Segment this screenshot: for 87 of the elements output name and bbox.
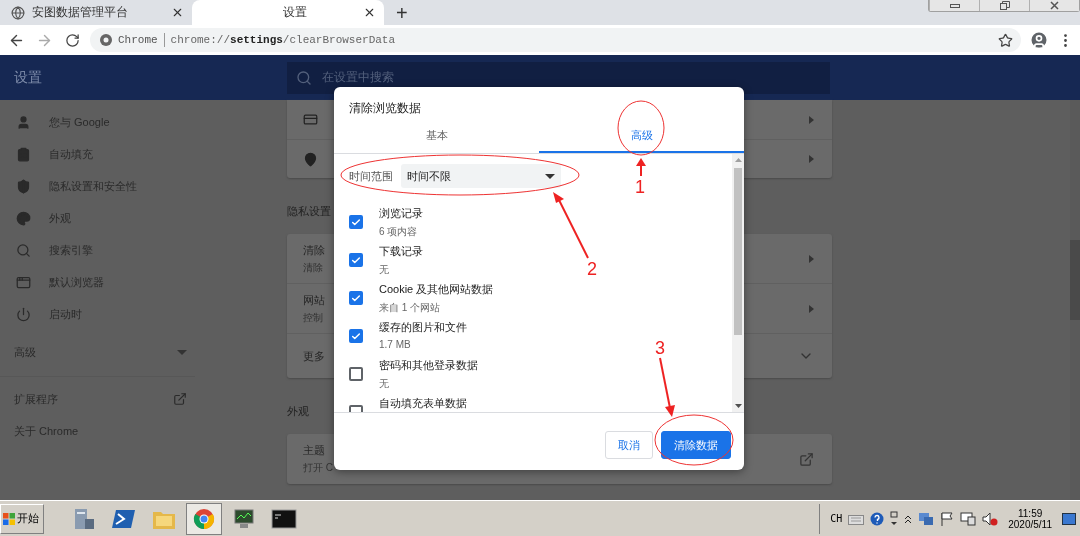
chrome-icon <box>100 34 112 46</box>
tab-title: 安图数据管理平台 <box>32 4 129 21</box>
annotation-number: 3 <box>655 338 665 358</box>
option-subtitle: 无 <box>379 377 390 391</box>
option-title: Cookie 及其他网站数据 <box>379 282 494 297</box>
checkbox[interactable] <box>349 253 363 267</box>
person-icon <box>16 114 31 130</box>
row-title: 更多 <box>303 348 325 364</box>
settings-title: 设置 <box>13 68 43 87</box>
options-arrow-icon[interactable] <box>890 510 899 527</box>
annotation-number: 1 <box>635 177 645 197</box>
profile-icon[interactable] <box>1029 30 1049 50</box>
annotation-arrow <box>659 357 675 417</box>
expand-tray-icon[interactable] <box>904 513 913 524</box>
help-icon[interactable] <box>870 511 885 526</box>
chrome-icon[interactable] <box>186 502 222 535</box>
globe-icon <box>11 5 25 20</box>
windows-flag-icon <box>3 512 15 525</box>
new-tab-button[interactable]: + <box>392 2 412 24</box>
restore-icon <box>999 1 1010 10</box>
dialog-title: 清除浏览数据 <box>348 100 422 117</box>
checkbox[interactable] <box>349 291 363 305</box>
time-range-label: 时间范围 <box>349 168 393 184</box>
keyboard-icon[interactable] <box>848 512 865 525</box>
checkbox[interactable] <box>349 215 363 229</box>
search-icon <box>296 69 312 86</box>
close-icon <box>1050 1 1059 10</box>
restore-button[interactable] <box>979 0 1029 11</box>
external-link-icon <box>173 392 187 406</box>
shield-icon <box>16 178 31 194</box>
dialog-tab[interactable]: 高级 <box>539 120 744 153</box>
dialog-tab[interactable]: 基本 <box>334 120 539 153</box>
input-method-indicator[interactable]: CH <box>830 513 843 524</box>
dialog-scrollbar[interactable] <box>732 154 744 412</box>
scheme-label: Chrome <box>118 34 158 46</box>
annotation-arrow <box>553 192 589 259</box>
card-icon <box>303 112 318 127</box>
start-button[interactable]: 开始 <box>0 503 44 534</box>
url-text: chrome://settings/clearBrowserData <box>170 34 397 46</box>
row-title: 主题 <box>303 443 325 458</box>
option-subtitle: 1.7 MB <box>379 339 412 350</box>
location-pin-icon <box>303 151 318 167</box>
search-icon <box>16 242 31 258</box>
clipboard-icon <box>16 146 31 162</box>
speaker-muted-icon[interactable] <box>982 511 999 526</box>
dropdown-caret-icon <box>545 173 555 179</box>
minimize-icon <box>949 3 960 8</box>
close-icon[interactable] <box>171 6 184 19</box>
option-subtitle: 无 <box>379 263 390 277</box>
cancel-button[interactable]: 取消 <box>605 431 653 459</box>
highlight-ellipse <box>617 100 665 156</box>
address-field[interactable]: Chrome chrome://settings/clearBrowserData <box>90 28 1021 52</box>
computer-icon[interactable] <box>960 511 977 526</box>
clock[interactable]: 11:59 2020/5/11 <box>1008 507 1052 530</box>
option-title: 浏览记录 <box>379 206 423 221</box>
annotation-arrow <box>636 158 646 177</box>
palette-icon <box>16 210 31 226</box>
annotation-number: 2 <box>587 259 597 279</box>
checkbox[interactable] <box>349 329 363 343</box>
network-icon[interactable] <box>918 511 935 526</box>
minimize-button[interactable] <box>929 0 979 11</box>
browser-window-icon <box>16 274 31 290</box>
option-subtitle: 来自 1 个网站 <box>379 301 442 315</box>
checkbox[interactable] <box>349 367 363 381</box>
option-title: 密码和其他登录数据 <box>379 358 478 373</box>
close-button[interactable] <box>1029 0 1079 11</box>
option-title: 下载记录 <box>379 244 423 259</box>
tab-title: 设置 <box>283 4 308 21</box>
browser-tab[interactable]: 设置 <box>192 0 384 25</box>
clear-data-button[interactable]: 清除数据 <box>661 431 731 459</box>
check-icon <box>351 330 361 342</box>
flag-icon[interactable] <box>940 511 955 526</box>
scroll-down-icon[interactable] <box>734 404 742 408</box>
show-desktop-icon[interactable] <box>1062 512 1076 525</box>
page-scrollbar[interactable] <box>1070 100 1080 500</box>
row-title: 网站 <box>303 292 325 308</box>
check-icon <box>351 254 361 266</box>
power-icon <box>16 306 31 322</box>
option-subtitle: 6 项内容 <box>379 225 419 239</box>
check-icon <box>351 216 361 228</box>
close-icon[interactable] <box>363 6 376 19</box>
row-title: 清除 <box>303 242 325 258</box>
option-title: 缓存的图片和文件 <box>379 320 467 335</box>
check-icon <box>351 292 361 304</box>
time-range-select[interactable]: 时间不限 <box>401 164 561 188</box>
option-title: 自动填充表单数据 <box>379 396 467 411</box>
star-icon[interactable] <box>998 32 1013 48</box>
